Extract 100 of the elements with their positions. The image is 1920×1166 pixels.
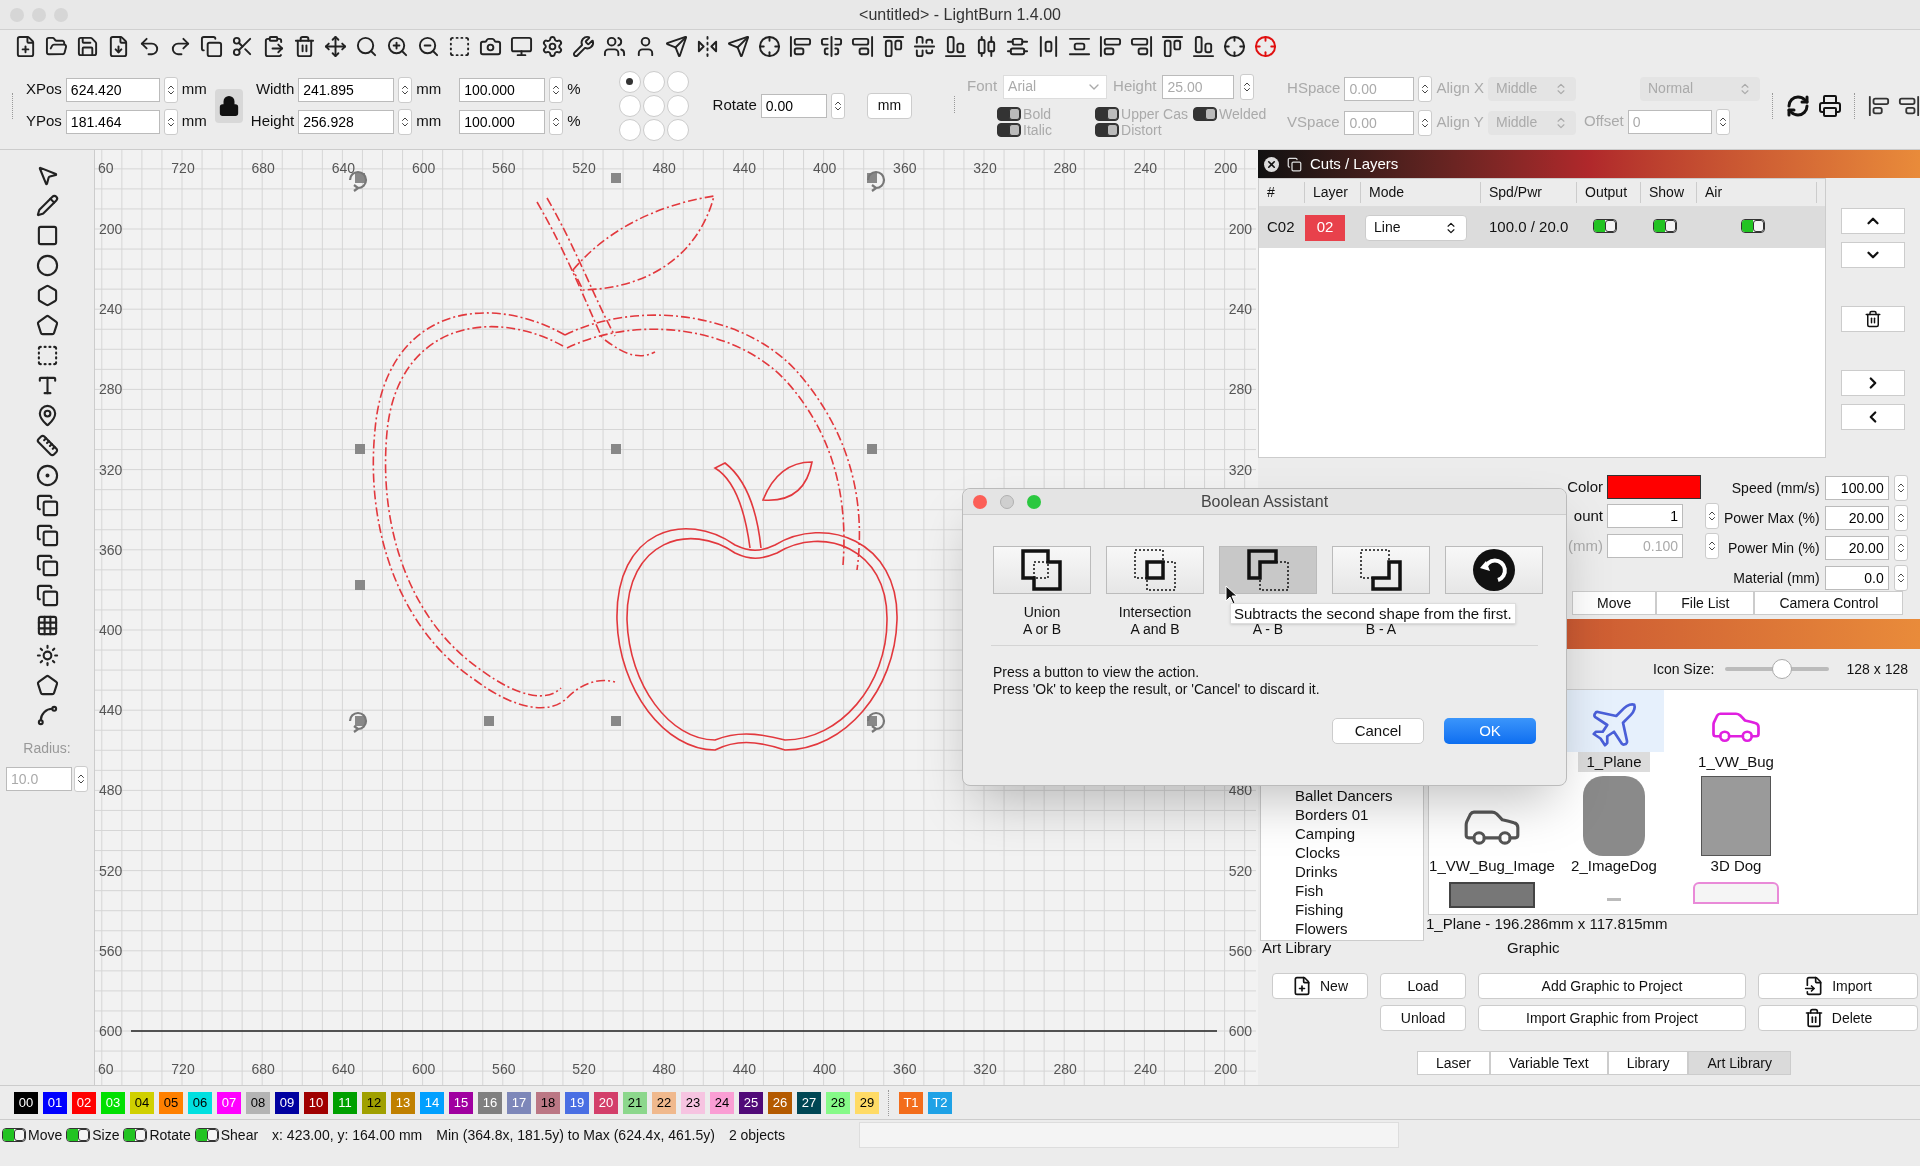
spinner-arrows[interactable] <box>398 108 413 135</box>
selection-handle[interactable] <box>355 173 365 183</box>
ruler-icon[interactable] <box>35 434 59 457</box>
offset-icon[interactable] <box>35 464 59 487</box>
align-middle-icon[interactable] <box>913 34 936 58</box>
zoom-out-icon[interactable] <box>417 34 440 58</box>
anchor-radio[interactable] <box>618 70 641 93</box>
graphic-label[interactable]: 1_Plane <box>1578 752 1650 772</box>
anchor-radio[interactable] <box>642 70 665 93</box>
target-icon[interactable] <box>758 34 781 58</box>
spinner-arrows[interactable] <box>74 766 88 792</box>
scale-field[interactable]: 100.000 <box>459 109 546 134</box>
layer-row[interactable]: C02 02 Line 100.0 / 20.0 <box>1259 207 1825 248</box>
setting-field[interactable]: 20.00 <box>1824 506 1889 530</box>
spinner-arrows[interactable] <box>163 76 178 103</box>
boolean-button[interactable] <box>993 546 1091 594</box>
spinner-arrows[interactable] <box>1893 505 1908 531</box>
folder-icon[interactable] <box>45 34 68 58</box>
panel-tab[interactable]: Variable Text <box>1490 1051 1608 1075</box>
selection-handle[interactable] <box>867 444 877 454</box>
category-item[interactable]: Borders 01 <box>1295 805 1423 824</box>
palette-swatch[interactable]: 29 <box>855 1091 879 1114</box>
spinner-arrows[interactable] <box>1240 73 1255 100</box>
toggle-switch[interactable] <box>1593 219 1617 233</box>
align-right-icon[interactable] <box>1898 94 1920 117</box>
setting-field[interactable]: 0.0 <box>1824 566 1889 590</box>
anchor-radio[interactable] <box>642 118 665 141</box>
trash-icon[interactable] <box>293 34 316 58</box>
position-field[interactable]: 181.464 <box>65 109 160 134</box>
frame-icon[interactable] <box>35 344 59 367</box>
toggle-switch[interactable] <box>2 1128 26 1142</box>
distribute-horizontal-icon[interactable] <box>975 34 998 58</box>
anchor-radio[interactable] <box>666 70 689 93</box>
pass-count-field[interactable]: 1 <box>1607 504 1683 528</box>
palette-swatch[interactable]: 06 <box>188 1091 212 1114</box>
spinner-arrows[interactable] <box>1418 75 1433 102</box>
mode-dropdown[interactable]: Line <box>1365 214 1467 241</box>
selection-handle[interactable] <box>355 716 365 726</box>
align-bottom-icon[interactable] <box>1192 34 1215 58</box>
selection-handle[interactable] <box>355 580 365 590</box>
selection-handle[interactable] <box>611 444 621 454</box>
spinner-arrows[interactable] <box>549 76 564 103</box>
palette-swatch[interactable]: 05 <box>159 1091 183 1114</box>
selection-handle[interactable] <box>611 173 621 183</box>
align-center-icon[interactable] <box>820 34 843 58</box>
rotate-handle-icon[interactable] <box>866 711 886 734</box>
palette-swatch[interactable]: 20 <box>594 1091 618 1114</box>
dashed-frame-icon[interactable] <box>448 34 471 58</box>
zoom-in-icon[interactable] <box>386 34 409 58</box>
anchor-radio[interactable] <box>666 118 689 141</box>
boolean-button[interactable] <box>1106 546 1204 594</box>
lock-icon[interactable] <box>214 88 243 123</box>
cancel-button[interactable]: Cancel <box>1332 718 1424 744</box>
anchor-radio[interactable] <box>666 94 689 117</box>
import-button[interactable]: Import <box>1758 973 1918 999</box>
paper-plane-icon[interactable] <box>727 34 750 58</box>
selection-handle[interactable] <box>355 444 365 454</box>
grid-array-icon[interactable] <box>35 614 59 637</box>
printer-icon[interactable] <box>1818 93 1842 118</box>
boolean-button[interactable] <box>1332 546 1430 594</box>
boolean-button[interactable] <box>1219 546 1317 594</box>
settings-icon[interactable] <box>541 34 564 58</box>
align-left-icon[interactable] <box>789 34 812 58</box>
spinner-arrows[interactable] <box>1893 535 1908 561</box>
node-edit-icon[interactable] <box>35 674 59 697</box>
layer-swatch[interactable]: 02 <box>1305 214 1345 241</box>
toggle-switch[interactable] <box>1741 219 1765 233</box>
new-button[interactable]: New <box>1272 973 1368 999</box>
units-button[interactable]: mm <box>866 92 913 119</box>
category-item[interactable]: Clocks <box>1295 843 1423 862</box>
align-right-icon[interactable] <box>1130 34 1153 58</box>
panel-tab[interactable]: File List <box>1656 591 1755 615</box>
move-icon[interactable] <box>324 34 347 58</box>
spinner-arrows[interactable] <box>1893 565 1908 591</box>
size-field[interactable]: 241.895 <box>298 77 395 102</box>
laser-crosshair-icon[interactable] <box>1254 34 1277 58</box>
spinner-arrows[interactable] <box>163 108 178 135</box>
graphic-label[interactable]: 3D Dog <box>1702 856 1770 876</box>
spinner-arrows[interactable] <box>398 76 413 103</box>
palette-swatch[interactable]: 26 <box>768 1091 792 1114</box>
close-icon[interactable] <box>1264 156 1279 172</box>
space-horizontal-icon[interactable] <box>1037 34 1060 58</box>
position-field[interactable]: 624.420 <box>65 77 160 102</box>
graphic-label[interactable]: 2_ImageDog <box>1563 856 1665 876</box>
align-top-icon[interactable] <box>882 34 905 58</box>
palette-swatch[interactable]: 19 <box>565 1091 589 1114</box>
palette-swatch[interactable]: 12 <box>362 1091 386 1114</box>
pentagon-icon[interactable] <box>35 314 59 337</box>
anchor-radio[interactable] <box>618 118 641 141</box>
selection-handle[interactable] <box>611 716 621 726</box>
spinner-arrows[interactable] <box>830 92 845 119</box>
spinner-arrows[interactable] <box>1418 109 1433 136</box>
selection-handle[interactable] <box>867 173 877 183</box>
load-button[interactable]: Load <box>1380 973 1466 999</box>
toggle-switch[interactable] <box>66 1128 91 1142</box>
category-item[interactable]: Camping <box>1295 824 1423 843</box>
palette-swatch[interactable]: 00 <box>14 1091 38 1114</box>
delete-button[interactable]: Delete <box>1758 1005 1918 1031</box>
graphic-label[interactable]: 1_VW_Bug <box>1690 752 1782 772</box>
circular-array-icon[interactable] <box>35 644 59 667</box>
